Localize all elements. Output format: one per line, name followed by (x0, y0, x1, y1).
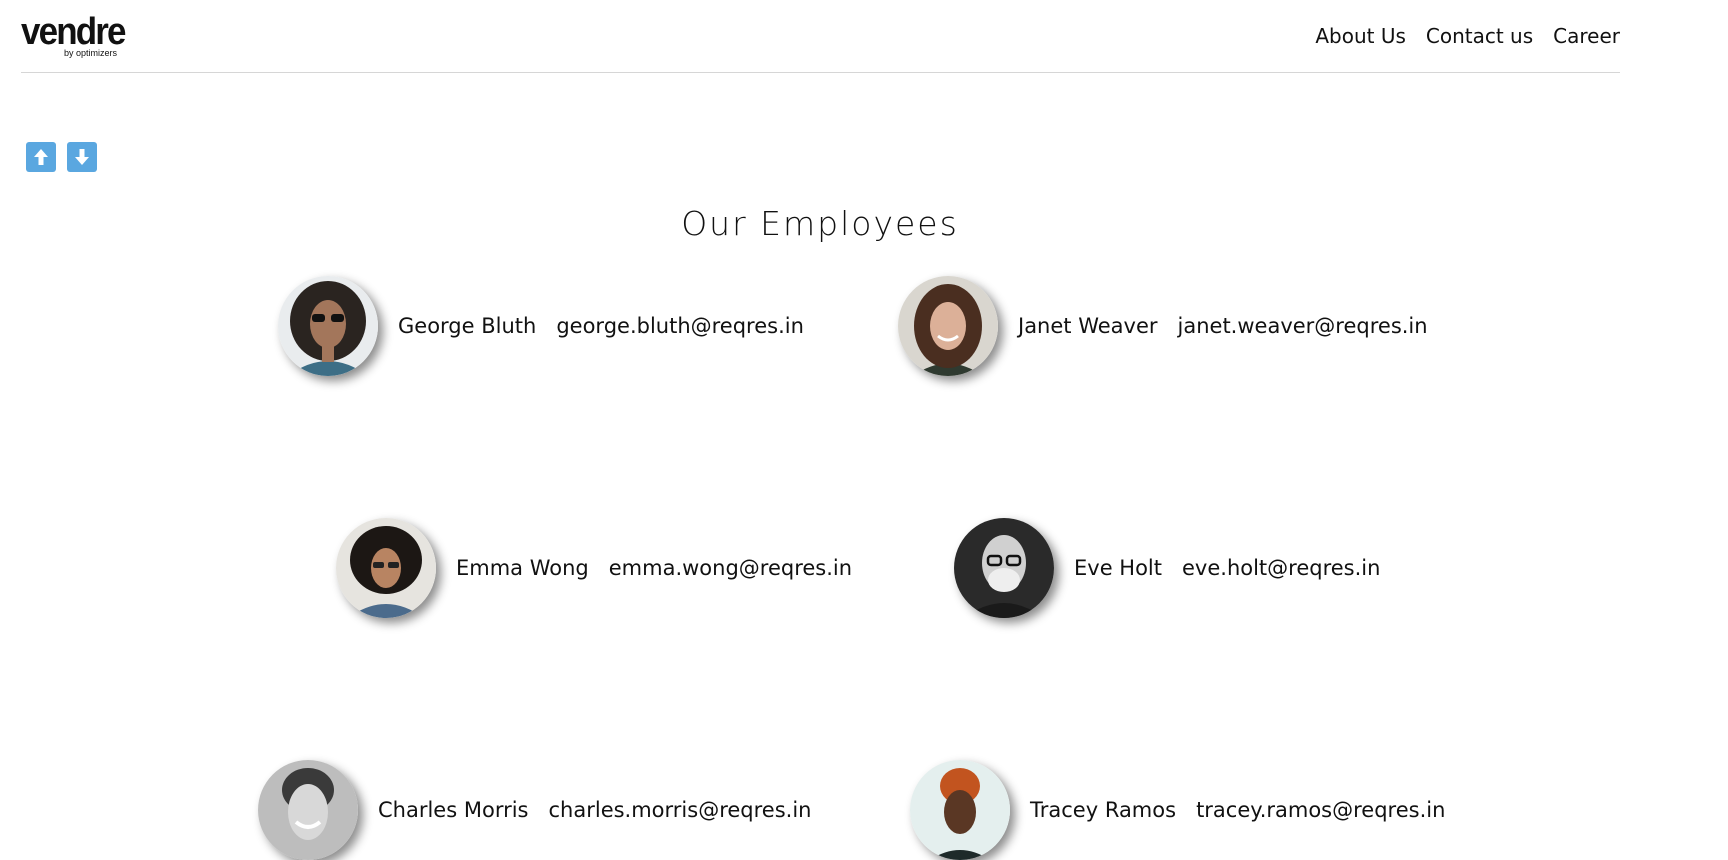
page-title: Our Employees (681, 204, 959, 243)
avatar (954, 518, 1054, 618)
arrow-up-icon (34, 149, 48, 165)
employee-card: Eve Holt eve.holt@reqres.in (954, 518, 1380, 618)
logo-text: vendre (21, 11, 126, 53)
logo-subtext: by optimizers (64, 48, 118, 58)
nav-about-us[interactable]: About Us (1315, 24, 1406, 48)
employee-name: Tracey Ramos (1030, 798, 1177, 822)
nav-contact-us[interactable]: Contact us (1426, 24, 1533, 48)
employee-card: Tracey Ramos tracey.ramos@reqres.in (910, 760, 1445, 860)
employee-email[interactable]: emma.wong@reqres.in (609, 556, 852, 580)
nav-career[interactable]: Career (1553, 24, 1620, 48)
employee-card: Charles Morris charles.morris@reqres.in (258, 760, 811, 860)
employee-email[interactable]: charles.morris@reqres.in (549, 798, 812, 822)
employee-card: Janet Weaver janet.weaver@reqres.in (898, 276, 1428, 376)
employee-name: Eve Holt (1074, 556, 1162, 580)
employee-name: Charles Morris (378, 798, 529, 822)
sort-up-button[interactable] (26, 142, 56, 172)
employee-email[interactable]: george.bluth@reqres.in (556, 314, 804, 338)
avatar (278, 276, 378, 376)
employee-email[interactable]: eve.holt@reqres.in (1182, 556, 1380, 580)
site-header: vendre by optimizers About Us Contact us… (21, 0, 1620, 73)
employee-name: Janet Weaver (1018, 314, 1158, 338)
avatar (910, 760, 1010, 860)
avatar (336, 518, 436, 618)
employee-email[interactable]: tracey.ramos@reqres.in (1196, 798, 1445, 822)
arrow-down-icon (75, 149, 89, 165)
employee-card: George Bluth george.bluth@reqres.in (278, 276, 804, 376)
employee-name: George Bluth (398, 314, 537, 338)
employee-email[interactable]: janet.weaver@reqres.in (1178, 314, 1428, 338)
sort-down-button[interactable] (67, 142, 97, 172)
main-nav: About Us Contact us Career (1315, 24, 1620, 48)
avatar (258, 760, 358, 860)
employee-card: Emma Wong emma.wong@reqres.in (336, 518, 852, 618)
avatar (898, 276, 998, 376)
sort-controls (26, 142, 97, 172)
logo[interactable]: vendre by optimizers (21, 11, 131, 58)
employee-name: Emma Wong (456, 556, 589, 580)
